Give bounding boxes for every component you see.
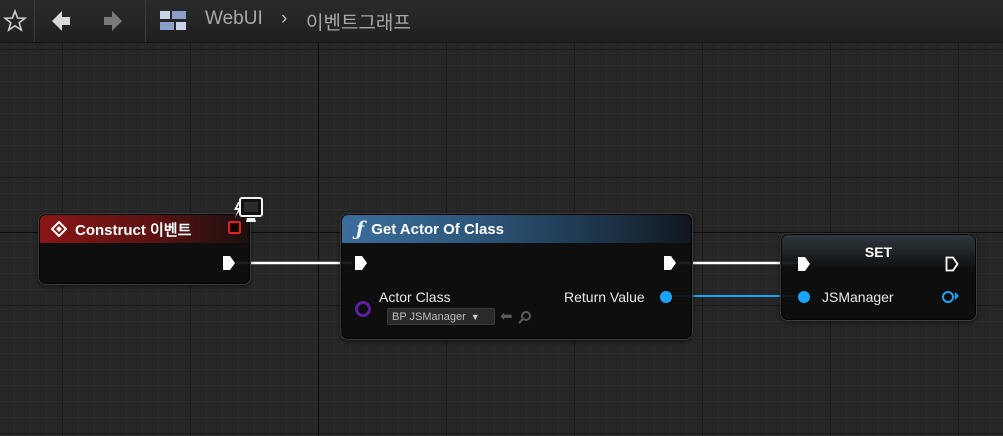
exec-input-pin[interactable] bbox=[354, 255, 368, 271]
jsmanager-label: JSManager bbox=[822, 289, 894, 305]
exec-output-pin[interactable] bbox=[945, 256, 959, 272]
exec-input-pin[interactable] bbox=[797, 256, 811, 272]
get-actor-of-class-title: Get Actor Of Class bbox=[371, 220, 504, 238]
set-variable-node[interactable]: SET JSManager bbox=[781, 234, 976, 320]
monitor-icon bbox=[232, 196, 264, 230]
exec-output-pin[interactable] bbox=[663, 255, 677, 271]
actor-class-dropdown[interactable]: BP JSManager ▼ bbox=[387, 308, 495, 325]
exec-output-pin[interactable] bbox=[222, 255, 236, 271]
construct-event-node[interactable]: Construct 이벤트 bbox=[39, 214, 250, 284]
jsmanager-output-pin[interactable] bbox=[942, 291, 954, 303]
actor-class-label: Actor Class bbox=[379, 289, 451, 305]
get-actor-of-class-header: ƒ Get Actor Of Class bbox=[342, 215, 691, 243]
browse-search-icon[interactable] bbox=[518, 309, 532, 328]
return-value-label: Return Value bbox=[564, 289, 645, 305]
function-icon: ƒ bbox=[356, 218, 365, 240]
pin-arrow-icon bbox=[955, 292, 959, 300]
event-diamond-icon bbox=[51, 221, 67, 237]
chevron-down-icon: ▼ bbox=[470, 311, 480, 322]
actor-class-input-pin[interactable] bbox=[355, 301, 371, 317]
get-actor-of-class-node[interactable]: ƒ Get Actor Of Class Actor Class BP JSMa… bbox=[341, 214, 692, 339]
jsmanager-input-pin[interactable] bbox=[798, 291, 810, 303]
return-value-output-pin[interactable] bbox=[660, 291, 672, 303]
use-selected-arrow-icon[interactable]: ⬅ bbox=[500, 307, 513, 325]
construct-event-title: Construct 이벤트 bbox=[75, 221, 192, 239]
actor-class-dropdown-value: BP JSManager bbox=[392, 310, 466, 323]
construct-event-header: Construct 이벤트 bbox=[40, 215, 249, 243]
